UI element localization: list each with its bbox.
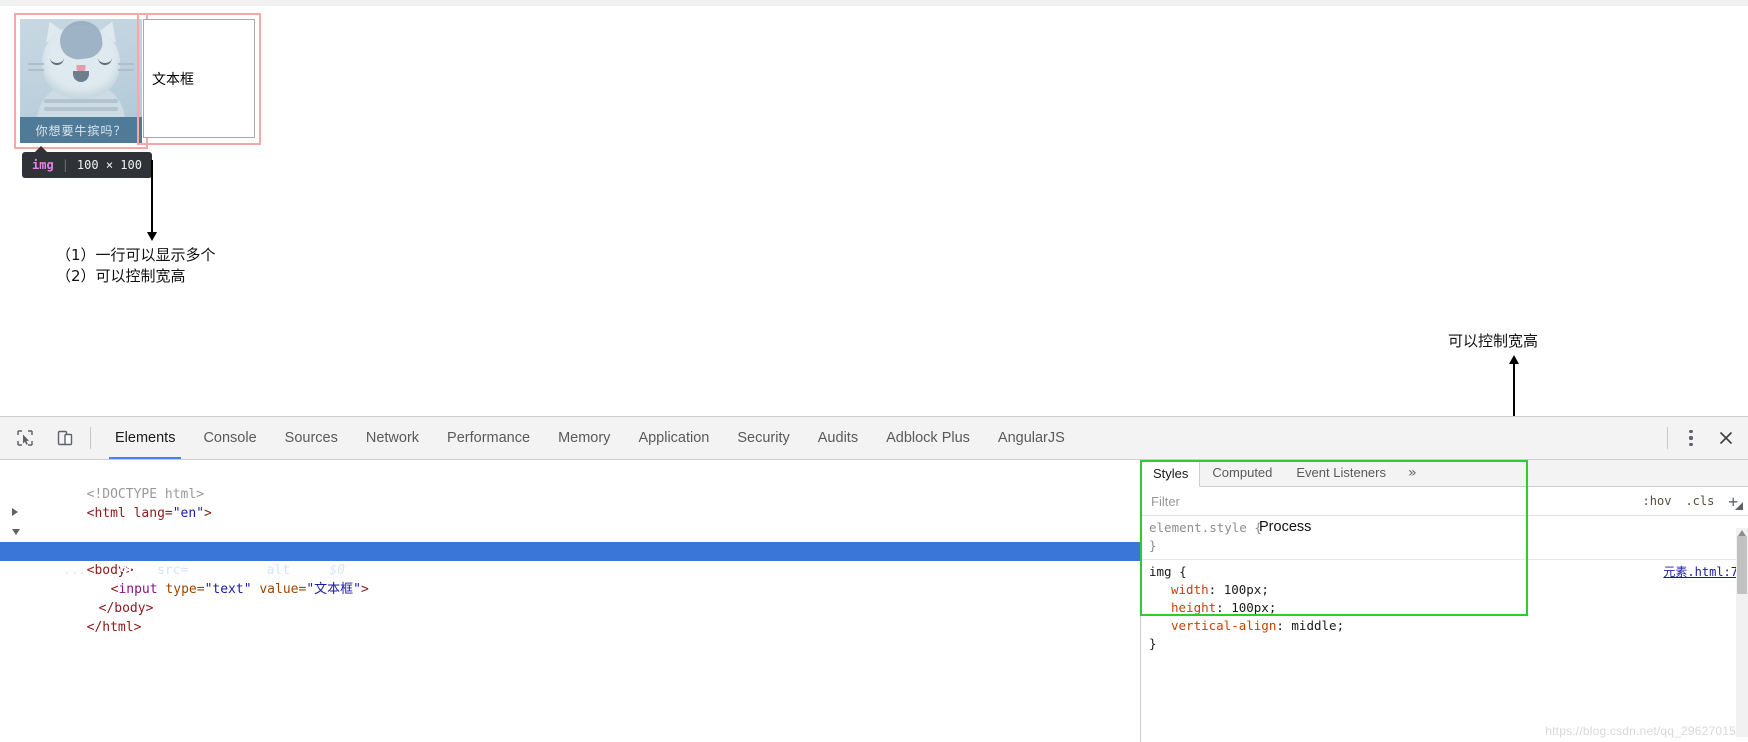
screenshot-root: 你想要牛摈吗？ 文本框 img | 100 × 100 （1）一行可以显示多个 … [0, 0, 1748, 742]
tab-memory[interactable]: Memory [544, 417, 624, 459]
dom-row-html-close[interactable]: </html> [0, 599, 1140, 635]
declaration-height[interactable]: height: 100px; [1149, 599, 1740, 617]
left-annotation-line-1: （1）一行可以显示多个 [56, 246, 216, 264]
img-rule-close-brace: } [1149, 636, 1157, 651]
tab-audits[interactable]: Audits [804, 417, 872, 459]
html-close-text: </html> [86, 620, 142, 635]
styles-tabs-overflow-icon[interactable]: » [1398, 462, 1426, 486]
declaration-width[interactable]: width: 100px; [1149, 581, 1740, 599]
prop-height-value: : 100px; [1216, 600, 1277, 615]
dom-row-input[interactable]: <input type="text" value="文本框"> [0, 561, 1140, 597]
prop-vertical-align-value: : middle; [1276, 618, 1345, 633]
close-icon[interactable] [1712, 424, 1740, 452]
expand-arrow-icon[interactable] [12, 508, 18, 516]
prop-vertical-align-name: vertical-align [1171, 618, 1277, 633]
styles-pane: Styles Computed Event Listeners » Filter… [1140, 460, 1748, 742]
prop-height-name: height [1171, 600, 1217, 615]
device-toolbar-icon[interactable] [50, 423, 80, 453]
dom-tree-pane[interactable]: <!DOCTYPE html> <html lang="en"> <head>…… [0, 460, 1140, 742]
dom-row-html-open[interactable]: <html lang="en"> [0, 485, 1140, 521]
styles-tab-styles[interactable]: Styles [1141, 461, 1201, 487]
tooltip-separator: | [61, 158, 69, 172]
element-style-selector: element.style { [1149, 520, 1262, 535]
inspect-cursor-icon[interactable] [10, 423, 40, 453]
page-render-area: 你想要牛摈吗？ 文本框 img | 100 × 100 （1）一行可以显示多个 … [0, 6, 1748, 477]
styles-scrollbar-thumb[interactable] [1737, 536, 1747, 594]
devtools-toolbar: Elements Console Sources Network Perform… [0, 417, 1748, 460]
left-annotation-arrow-line [151, 160, 153, 234]
tooltip-dimensions: 100 × 100 [76, 158, 142, 172]
hov-toggle-button[interactable]: :hov [1643, 494, 1672, 508]
tab-network[interactable]: Network [352, 417, 433, 459]
dom-row-img-selected[interactable]: ... <img src="./3.jpg" alt> == $0 [0, 542, 1140, 578]
process-annotation-label: Process [1259, 519, 1312, 535]
cls-toggle-button[interactable]: .cls [1685, 494, 1714, 508]
right-annotation-text: 可以控制宽高 [1448, 332, 1539, 350]
tab-performance[interactable]: Performance [433, 417, 544, 459]
left-annotation-arrow-head [147, 232, 157, 241]
styles-tab-event-listeners[interactable]: Event Listeners [1284, 460, 1398, 486]
page-image[interactable]: 你想要牛摈吗？ [20, 19, 142, 143]
tab-console[interactable]: Console [189, 417, 270, 459]
dom-row-body-open[interactable]: <body> [0, 523, 1140, 578]
image-caption-text: 你想要牛摈吗？ [20, 117, 142, 143]
style-rule-element-style[interactable]: element.style { } Process [1141, 516, 1748, 560]
element-inspect-tooltip: img | 100 × 100 [22, 146, 152, 178]
toolbar-divider [90, 427, 91, 449]
prop-width-value: : 100px; [1208, 582, 1269, 597]
kebab-menu-icon[interactable] [1680, 427, 1702, 449]
devtools-tab-list: Elements Console Sources Network Perform… [101, 417, 1079, 459]
declaration-vertical-align[interactable]: vertical-align: middle; [1149, 617, 1740, 635]
tab-sources[interactable]: Sources [271, 417, 352, 459]
tab-adblock-plus[interactable]: Adblock Plus [872, 417, 984, 459]
styles-filter-row: Filter :hov .cls + [1141, 487, 1748, 516]
watermark-text: https://blog.csdn.net/qq_29627015 [1545, 724, 1736, 738]
new-style-rule-button[interactable]: + [1728, 492, 1743, 511]
text-input-field[interactable]: 文本框 [143, 19, 255, 138]
img-rule-selector: img { [1149, 564, 1187, 579]
left-annotation-line-2: （2）可以控制宽高 [56, 267, 186, 285]
style-rule-img[interactable]: img { 元素.html:7 width: 100px; height: 10… [1141, 560, 1748, 657]
collapse-arrow-icon[interactable] [12, 529, 20, 535]
prop-width-name: width [1171, 582, 1209, 597]
element-style-close-brace: } [1149, 538, 1157, 553]
dom-row-head[interactable]: <head>…</head> [0, 504, 1140, 559]
tab-elements[interactable]: Elements [101, 417, 189, 459]
styles-filter-input[interactable]: Filter [1147, 494, 1629, 509]
dom-row-body-close[interactable]: </body> [0, 580, 1140, 616]
tooltip-tag-name: img [32, 158, 54, 172]
devtools-toolbar-right [1655, 417, 1740, 459]
toolbar-right-divider [1667, 427, 1668, 449]
tab-angularjs[interactable]: AngularJS [984, 417, 1079, 459]
tab-security[interactable]: Security [723, 417, 803, 459]
styles-tab-bar: Styles Computed Event Listeners » [1141, 460, 1748, 487]
devtools-panel: Elements Console Sources Network Perform… [0, 416, 1748, 742]
styles-tab-computed[interactable]: Computed [1200, 460, 1284, 486]
tab-application[interactable]: Application [624, 417, 723, 459]
dom-row-doctype: <!DOCTYPE html> [0, 466, 1140, 502]
style-source-link[interactable]: 元素.html:7 [1663, 563, 1738, 581]
